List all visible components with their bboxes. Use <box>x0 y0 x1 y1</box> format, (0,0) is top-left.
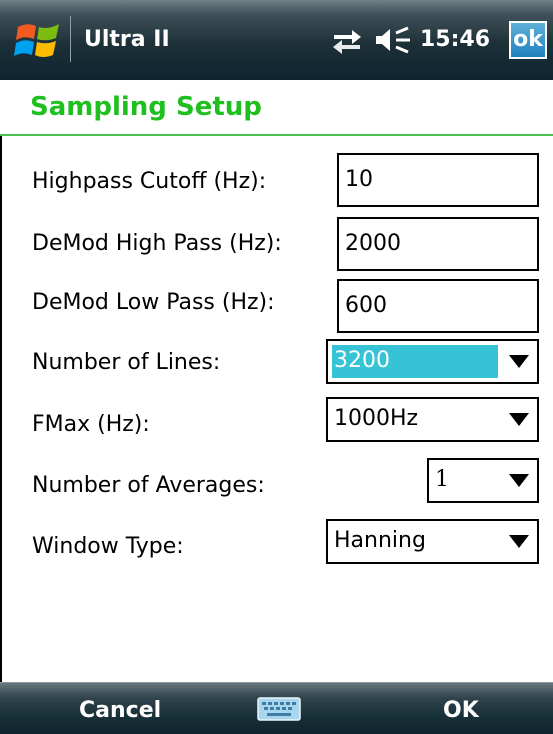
demod-low-pass-input[interactable]: 600 <box>337 279 539 333</box>
number-of-lines-dropdown[interactable]: 3200 <box>326 339 539 384</box>
header-divider <box>0 134 553 136</box>
clock: 15:46 <box>420 27 491 52</box>
connectivity-icon[interactable] <box>330 26 364 54</box>
number-of-averages-dropdown[interactable]: 1 <box>427 458 539 503</box>
highpass-cutoff-input[interactable]: 10 <box>337 153 539 207</box>
chevron-down-icon[interactable] <box>509 413 529 426</box>
cancel-button[interactable]: Cancel <box>79 698 161 723</box>
fmax-dropdown[interactable]: 1000Hz <box>326 397 539 442</box>
number-of-lines-label: Number of Lines: <box>32 350 221 375</box>
chevron-down-icon[interactable] <box>509 535 529 548</box>
number-of-averages-label: Number of Averages: <box>32 473 265 498</box>
app-title: Ultra II <box>84 27 170 52</box>
ok-title-button[interactable]: ok <box>509 21 547 59</box>
content-left-border <box>0 136 2 682</box>
title-separator <box>70 16 71 62</box>
demod-high-pass-label: DeMod High Pass (Hz): <box>32 231 282 256</box>
number-of-lines-value: 3200 <box>332 345 498 378</box>
page-title: Sampling Setup <box>30 92 262 122</box>
title-bar: Ultra II 15:46 ok <box>0 0 553 80</box>
demod-high-pass-input[interactable]: 2000 <box>337 217 539 271</box>
fmax-value: 1000Hz <box>334 406 419 431</box>
softkey-bar: Cancel OK <box>0 682 553 734</box>
demod-low-pass-label: DeMod Low Pass (Hz): <box>32 290 275 315</box>
chevron-down-icon[interactable] <box>509 355 529 368</box>
window-type-dropdown[interactable]: Hanning <box>326 519 539 564</box>
volume-icon[interactable] <box>374 25 412 55</box>
windows-start-icon[interactable] <box>14 18 62 62</box>
window-type-label: Window Type: <box>32 534 184 559</box>
highpass-cutoff-label: Highpass Cutoff (Hz): <box>32 169 267 194</box>
number-of-averages-value: 1 <box>435 467 449 492</box>
chevron-down-icon[interactable] <box>509 474 529 487</box>
window-type-value: Hanning <box>334 528 426 553</box>
ok-button[interactable]: OK <box>443 698 479 723</box>
fmax-label: FMax (Hz): <box>32 412 150 437</box>
keyboard-icon[interactable] <box>257 697 301 721</box>
